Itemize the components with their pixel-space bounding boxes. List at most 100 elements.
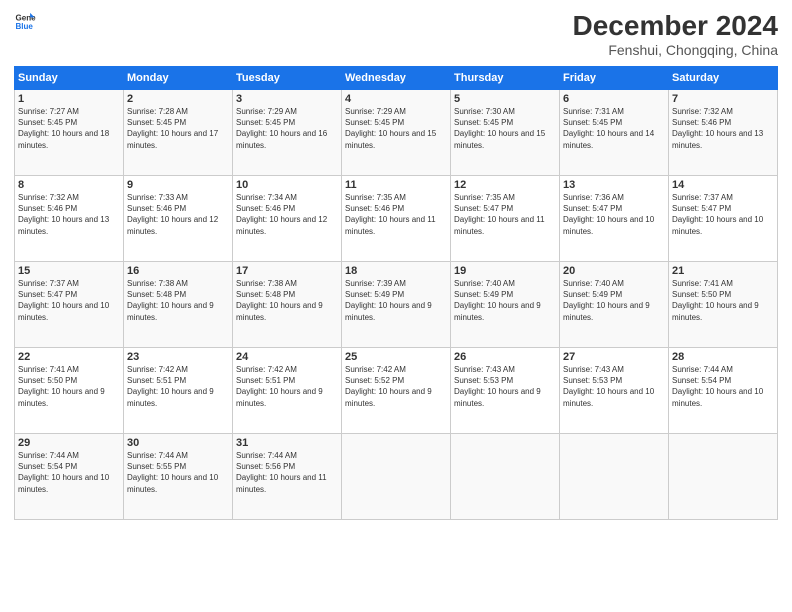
title-block: December 2024 Fenshui, Chongqing, China	[573, 10, 778, 58]
day-number: 5	[454, 93, 556, 105]
day-number: 29	[18, 437, 120, 449]
svg-text:Blue: Blue	[15, 22, 33, 31]
column-header-wednesday: Wednesday	[342, 67, 451, 90]
day-number: 23	[127, 351, 229, 363]
logo-icon: General Blue	[14, 10, 36, 32]
day-info: Sunrise: 7:41 AMSunset: 5:50 PMDaylight:…	[672, 279, 759, 322]
calendar-cell: 24 Sunrise: 7:42 AMSunset: 5:51 PMDaylig…	[233, 348, 342, 434]
day-number: 18	[345, 265, 447, 277]
day-info: Sunrise: 7:43 AMSunset: 5:53 PMDaylight:…	[563, 365, 654, 408]
day-info: Sunrise: 7:42 AMSunset: 5:51 PMDaylight:…	[127, 365, 214, 408]
calendar-cell: 13 Sunrise: 7:36 AMSunset: 5:47 PMDaylig…	[560, 176, 669, 262]
day-number: 12	[454, 179, 556, 191]
month-title: December 2024	[573, 10, 778, 42]
logo: General Blue	[14, 10, 36, 32]
day-number: 20	[563, 265, 665, 277]
day-number: 8	[18, 179, 120, 191]
day-number: 13	[563, 179, 665, 191]
calendar-cell: 3 Sunrise: 7:29 AMSunset: 5:45 PMDayligh…	[233, 90, 342, 176]
calendar-cell: 18 Sunrise: 7:39 AMSunset: 5:49 PMDaylig…	[342, 262, 451, 348]
day-info: Sunrise: 7:41 AMSunset: 5:50 PMDaylight:…	[18, 365, 105, 408]
day-number: 25	[345, 351, 447, 363]
day-info: Sunrise: 7:37 AMSunset: 5:47 PMDaylight:…	[672, 193, 763, 236]
day-info: Sunrise: 7:42 AMSunset: 5:51 PMDaylight:…	[236, 365, 323, 408]
svg-text:General: General	[15, 13, 36, 22]
calendar-cell: 1 Sunrise: 7:27 AMSunset: 5:45 PMDayligh…	[15, 90, 124, 176]
day-info: Sunrise: 7:29 AMSunset: 5:45 PMDaylight:…	[236, 107, 327, 150]
column-header-sunday: Sunday	[15, 67, 124, 90]
day-info: Sunrise: 7:40 AMSunset: 5:49 PMDaylight:…	[563, 279, 650, 322]
day-number: 24	[236, 351, 338, 363]
day-info: Sunrise: 7:38 AMSunset: 5:48 PMDaylight:…	[236, 279, 323, 322]
day-number: 2	[127, 93, 229, 105]
day-number: 19	[454, 265, 556, 277]
calendar-body: 1 Sunrise: 7:27 AMSunset: 5:45 PMDayligh…	[15, 90, 778, 520]
calendar-cell: 2 Sunrise: 7:28 AMSunset: 5:45 PMDayligh…	[124, 90, 233, 176]
day-info: Sunrise: 7:29 AMSunset: 5:45 PMDaylight:…	[345, 107, 436, 150]
calendar-cell: 12 Sunrise: 7:35 AMSunset: 5:47 PMDaylig…	[451, 176, 560, 262]
calendar-cell: 14 Sunrise: 7:37 AMSunset: 5:47 PMDaylig…	[669, 176, 778, 262]
calendar-cell: 4 Sunrise: 7:29 AMSunset: 5:45 PMDayligh…	[342, 90, 451, 176]
day-info: Sunrise: 7:28 AMSunset: 5:45 PMDaylight:…	[127, 107, 218, 150]
column-header-saturday: Saturday	[669, 67, 778, 90]
day-number: 6	[563, 93, 665, 105]
calendar-week-4: 22 Sunrise: 7:41 AMSunset: 5:50 PMDaylig…	[15, 348, 778, 434]
day-info: Sunrise: 7:34 AMSunset: 5:46 PMDaylight:…	[236, 193, 327, 236]
day-number: 3	[236, 93, 338, 105]
day-number: 11	[345, 179, 447, 191]
calendar-cell	[451, 434, 560, 520]
header: General Blue December 2024 Fenshui, Chon…	[14, 10, 778, 58]
day-info: Sunrise: 7:43 AMSunset: 5:53 PMDaylight:…	[454, 365, 541, 408]
calendar-cell: 29 Sunrise: 7:44 AMSunset: 5:54 PMDaylig…	[15, 434, 124, 520]
calendar-cell: 5 Sunrise: 7:30 AMSunset: 5:45 PMDayligh…	[451, 90, 560, 176]
calendar-week-2: 8 Sunrise: 7:32 AMSunset: 5:46 PMDayligh…	[15, 176, 778, 262]
calendar-cell: 8 Sunrise: 7:32 AMSunset: 5:46 PMDayligh…	[15, 176, 124, 262]
day-info: Sunrise: 7:32 AMSunset: 5:46 PMDaylight:…	[672, 107, 763, 150]
day-number: 21	[672, 265, 774, 277]
subtitle: Fenshui, Chongqing, China	[573, 42, 778, 58]
day-number: 1	[18, 93, 120, 105]
calendar-cell	[560, 434, 669, 520]
day-info: Sunrise: 7:36 AMSunset: 5:47 PMDaylight:…	[563, 193, 654, 236]
calendar-header-row: SundayMondayTuesdayWednesdayThursdayFrid…	[15, 67, 778, 90]
calendar-week-5: 29 Sunrise: 7:44 AMSunset: 5:54 PMDaylig…	[15, 434, 778, 520]
calendar-cell: 20 Sunrise: 7:40 AMSunset: 5:49 PMDaylig…	[560, 262, 669, 348]
day-number: 10	[236, 179, 338, 191]
day-info: Sunrise: 7:44 AMSunset: 5:56 PMDaylight:…	[236, 451, 327, 494]
calendar-cell: 30 Sunrise: 7:44 AMSunset: 5:55 PMDaylig…	[124, 434, 233, 520]
calendar-cell: 10 Sunrise: 7:34 AMSunset: 5:46 PMDaylig…	[233, 176, 342, 262]
day-number: 14	[672, 179, 774, 191]
calendar-cell: 9 Sunrise: 7:33 AMSunset: 5:46 PMDayligh…	[124, 176, 233, 262]
day-info: Sunrise: 7:35 AMSunset: 5:46 PMDaylight:…	[345, 193, 436, 236]
calendar-cell: 17 Sunrise: 7:38 AMSunset: 5:48 PMDaylig…	[233, 262, 342, 348]
day-info: Sunrise: 7:33 AMSunset: 5:46 PMDaylight:…	[127, 193, 218, 236]
day-number: 17	[236, 265, 338, 277]
column-header-tuesday: Tuesday	[233, 67, 342, 90]
day-number: 4	[345, 93, 447, 105]
day-info: Sunrise: 7:44 AMSunset: 5:54 PMDaylight:…	[18, 451, 109, 494]
calendar-cell: 6 Sunrise: 7:31 AMSunset: 5:45 PMDayligh…	[560, 90, 669, 176]
calendar-table: SundayMondayTuesdayWednesdayThursdayFrid…	[14, 66, 778, 520]
day-info: Sunrise: 7:31 AMSunset: 5:45 PMDaylight:…	[563, 107, 654, 150]
day-number: 27	[563, 351, 665, 363]
day-number: 9	[127, 179, 229, 191]
calendar-cell: 25 Sunrise: 7:42 AMSunset: 5:52 PMDaylig…	[342, 348, 451, 434]
day-info: Sunrise: 7:44 AMSunset: 5:54 PMDaylight:…	[672, 365, 763, 408]
calendar-cell: 15 Sunrise: 7:37 AMSunset: 5:47 PMDaylig…	[15, 262, 124, 348]
day-info: Sunrise: 7:32 AMSunset: 5:46 PMDaylight:…	[18, 193, 109, 236]
day-info: Sunrise: 7:42 AMSunset: 5:52 PMDaylight:…	[345, 365, 432, 408]
calendar-cell: 31 Sunrise: 7:44 AMSunset: 5:56 PMDaylig…	[233, 434, 342, 520]
calendar-cell	[342, 434, 451, 520]
day-info: Sunrise: 7:27 AMSunset: 5:45 PMDaylight:…	[18, 107, 109, 150]
calendar-cell: 23 Sunrise: 7:42 AMSunset: 5:51 PMDaylig…	[124, 348, 233, 434]
column-header-friday: Friday	[560, 67, 669, 90]
calendar-week-3: 15 Sunrise: 7:37 AMSunset: 5:47 PMDaylig…	[15, 262, 778, 348]
day-info: Sunrise: 7:38 AMSunset: 5:48 PMDaylight:…	[127, 279, 214, 322]
day-info: Sunrise: 7:30 AMSunset: 5:45 PMDaylight:…	[454, 107, 545, 150]
day-number: 30	[127, 437, 229, 449]
day-number: 15	[18, 265, 120, 277]
column-header-thursday: Thursday	[451, 67, 560, 90]
calendar-cell: 7 Sunrise: 7:32 AMSunset: 5:46 PMDayligh…	[669, 90, 778, 176]
day-number: 7	[672, 93, 774, 105]
calendar-cell: 21 Sunrise: 7:41 AMSunset: 5:50 PMDaylig…	[669, 262, 778, 348]
